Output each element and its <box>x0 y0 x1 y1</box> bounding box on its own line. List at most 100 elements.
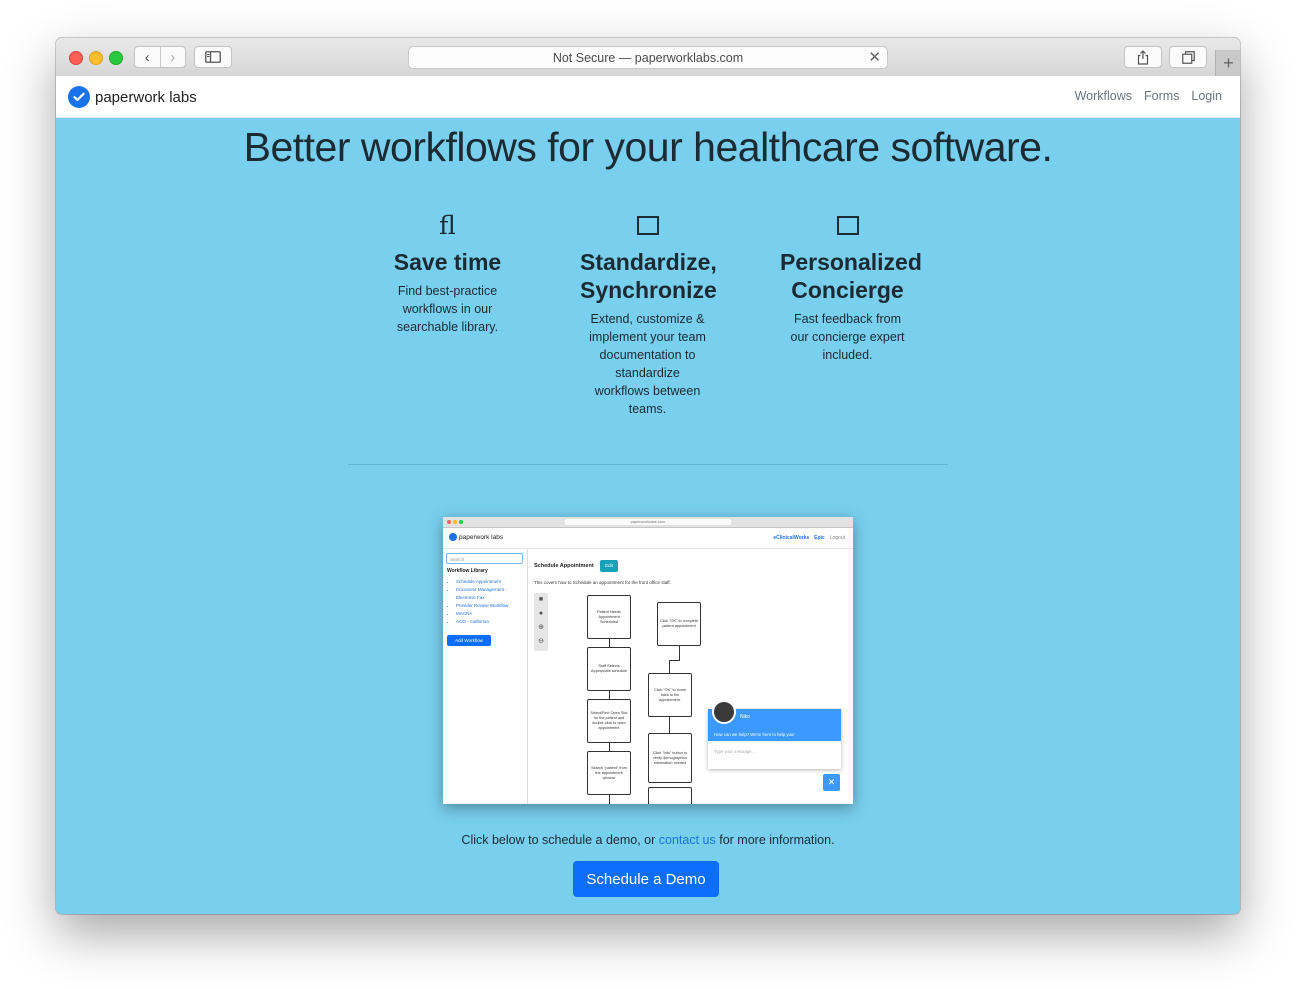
list-item: Provider Review Workflow <box>456 602 508 610</box>
list-item: MACRA <box>456 610 508 618</box>
zoom-in-icon: ⊕ <box>538 624 544 631</box>
mini-chat-header: Niko How can we help? We're here to help… <box>708 700 841 741</box>
mini-sidebar: Search Workflow Library Schedule Appoint… <box>443 549 528 804</box>
flow-box: Click "OK" to come back to the appointme… <box>648 673 692 717</box>
mini-library-heading: Workflow Library <box>447 568 488 574</box>
site-navbar: paperwork labs Workflows Forms Login <box>56 76 1240 118</box>
hero-headline: Better workflows for your healthcare sof… <box>243 124 1053 170</box>
mini-add-workflow-button: Add Workflow <box>447 635 491 646</box>
mini-zoom-dot <box>459 520 463 524</box>
chevron-right-icon: › <box>170 48 176 66</box>
cta-text-after: for more information. <box>719 833 835 847</box>
feature-standardize: Standardize, Synchronize Extend, customiz… <box>580 210 717 418</box>
zoom-window-button[interactable] <box>109 51 123 65</box>
flow-box: Search "patient" from the appointment wi… <box>587 751 631 795</box>
plus-icon: + <box>1223 52 1234 73</box>
browser-window: ‹ › Not Secure — paperworklabs.com ✕ + p… <box>56 38 1240 914</box>
history-nav: ‹ › <box>134 46 186 68</box>
flow-box: Select/Find Open Slot for the patient an… <box>587 699 631 743</box>
feature-save-time: fl Save time Find best-practice workflow… <box>380 210 515 336</box>
mini-chat-message: How can we help? We're here to help you! <box>714 732 795 737</box>
new-tab-button[interactable]: + <box>1215 50 1240 76</box>
contact-us-link[interactable]: contact us <box>659 833 716 847</box>
mini-close-dot <box>447 520 451 524</box>
sidebar-icon <box>205 51 221 63</box>
flow-box <box>648 787 692 804</box>
mini-edit-button: Edit <box>600 560 618 572</box>
tabs-icon <box>1181 50 1195 64</box>
flow-connector <box>609 691 610 699</box>
feature-text: Extend, customize & implement your team … <box>589 312 706 416</box>
list-item: ACO - California <box>456 618 508 626</box>
list-item: Document Management -Electronic Fax <box>456 586 508 602</box>
nav-link-workflows[interactable]: Workflows <box>1075 89 1132 103</box>
forward-button[interactable]: › <box>159 47 186 67</box>
brand-link[interactable]: paperwork labs <box>68 86 197 108</box>
flow-connector <box>679 646 680 661</box>
flow-box: Staff Selects Appropriate schedule <box>587 647 631 691</box>
mini-search-input: Search <box>446 553 523 564</box>
feature-title: Standardize, Synchronize <box>580 249 717 303</box>
mini-workflow-title: Schedule Appointment <box>534 563 594 569</box>
flow-connector <box>669 660 680 661</box>
flow-box: Click "OK" to complete patient appointme… <box>657 602 701 646</box>
zoom-out-icon: ⊖ <box>538 638 544 645</box>
check-circle-icon <box>68 86 90 108</box>
flow-connector <box>609 743 610 751</box>
tab-overview-button[interactable] <box>1169 46 1207 68</box>
nav-link-forms[interactable]: Forms <box>1144 89 1179 103</box>
avatar <box>712 700 736 724</box>
mini-chat-widget: Niko How can we help? We're here to help… <box>708 700 841 769</box>
feature-concierge: Personalized Concierge Fast feedback from… <box>780 210 922 364</box>
check-circle-icon <box>449 533 457 541</box>
feature-title: Save time <box>393 249 502 275</box>
feature-text: Find best-practice workflows in our sear… <box>396 284 499 334</box>
close-icon: ✕ <box>823 774 840 791</box>
mini-description: This covers how to Schedule an appointme… <box>534 580 671 585</box>
mini-link-eclinicalworks: eClinicalWorks <box>773 535 810 541</box>
mini-toolbar: ■ ● ⊕ ⊖ <box>534 593 548 651</box>
product-screenshot: paperworklabs.com paperwork labs eClinic… <box>443 517 853 804</box>
nav-links: Workflows Forms Login <box>1075 89 1222 103</box>
mini-link-epic: Epic <box>814 535 825 541</box>
mini-address-bar: paperworklabs.com <box>565 519 731 525</box>
share-icon <box>1137 49 1149 65</box>
flow-connector <box>609 795 610 804</box>
close-icon[interactable]: ✕ <box>868 48 881 66</box>
flow-connector <box>669 660 670 673</box>
minimize-window-button[interactable] <box>89 51 103 65</box>
chevron-left-icon: ‹ <box>144 48 150 66</box>
square-icon: ■ <box>538 596 544 603</box>
square-icon <box>780 210 915 240</box>
flow-connector <box>669 717 670 733</box>
brand-name: paperwork labs <box>95 88 197 106</box>
mini-link-logout: Logout <box>829 535 845 541</box>
close-window-button[interactable] <box>69 51 83 65</box>
nav-link-login[interactable]: Login <box>1191 89 1222 103</box>
cta-text: Click below to schedule a demo, or conta… <box>56 833 1240 847</box>
back-button[interactable]: ‹ <box>135 47 160 67</box>
cta-text-before: Click below to schedule a demo, or <box>461 833 656 847</box>
ligature-fl-icon: fl <box>439 210 456 240</box>
address-bar[interactable]: Not Secure — paperworklabs.com ✕ <box>408 46 888 69</box>
address-text: Not Secure — paperworklabs.com <box>552 50 744 65</box>
flow-box: Click "Info" button to verify demographi… <box>648 733 692 783</box>
section-divider <box>348 464 948 465</box>
circle-icon: ● <box>538 610 544 617</box>
mini-navbar: paperwork labs eClinicalWorks Epic Logou… <box>443 528 853 549</box>
schedule-demo-button[interactable]: Schedule a Demo <box>573 861 719 897</box>
sidebar-toggle-button[interactable] <box>194 46 232 68</box>
flow-box: Patient Needs Appointment Scheduled <box>587 595 631 639</box>
mini-brand: paperwork labs <box>449 533 503 541</box>
mini-chat-input: Type your message... <box>714 749 756 754</box>
share-button[interactable] <box>1124 46 1162 68</box>
feature-title: Personalized Concierge <box>780 249 922 303</box>
browser-toolbar: ‹ › Not Secure — paperworklabs.com ✕ + <box>56 38 1240 77</box>
flow-connector <box>609 639 610 647</box>
mini-library-list: Schedule Appointment Document Management… <box>451 578 508 626</box>
mini-browser-toolbar: paperworklabs.com <box>443 517 853 528</box>
square-icon <box>580 210 715 240</box>
mini-chat-name: Niko <box>740 714 751 720</box>
feature-text: Fast feedback from our concierge expert … <box>790 312 905 362</box>
mini-nav-links: eClinicalWorks Epic Logout <box>773 535 845 541</box>
